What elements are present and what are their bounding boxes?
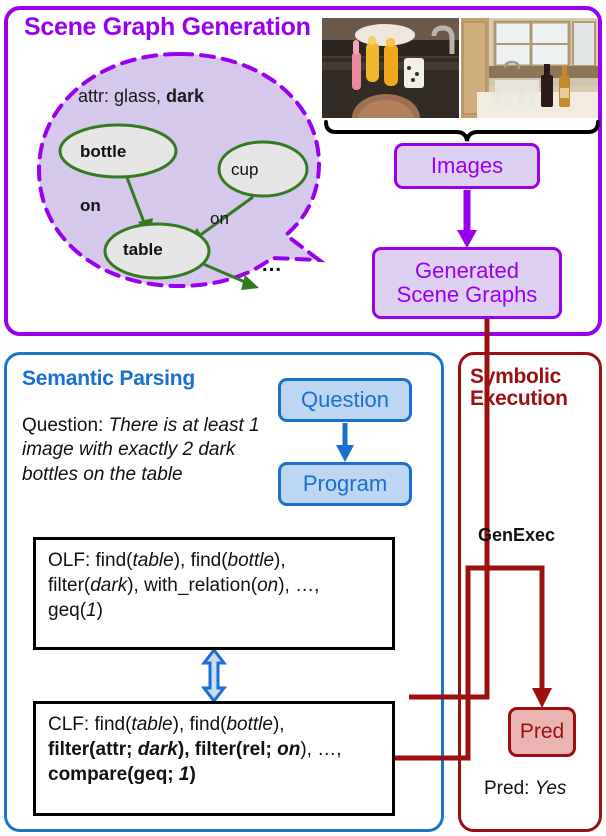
program-box[interactable]: Program	[278, 462, 412, 506]
attr-bold: dark	[166, 86, 205, 106]
olf-l3-arg1: 1	[86, 600, 97, 622]
olf-l2-arg1: dark	[90, 575, 128, 597]
olf-line-2: filter(dark), with_relation(on), …,	[48, 573, 382, 598]
olf-box: OLF: find(table), find(bottle), filter(d…	[33, 537, 395, 650]
olf-line-1: OLF: find(table), find(bottle),	[48, 548, 382, 573]
input-image-thumbnails	[322, 18, 598, 118]
node-label-ellipsis: …	[261, 253, 283, 276]
olf-l2a: filter(	[48, 575, 91, 597]
clf-l1a: find(	[94, 714, 132, 735]
attr-prefix: attr: glass,	[78, 86, 167, 106]
clf-line-1: CLF: find(table), find(bottle),	[48, 712, 382, 737]
clf-l2a: filter(attr;	[48, 739, 138, 761]
clf-l3a: compare(geq;	[48, 764, 179, 786]
clf-l1c: ),	[272, 714, 285, 735]
pred-result-value: Yes	[534, 778, 567, 799]
scene-graph-generation-title: Scene Graph Generation	[24, 13, 311, 41]
gsg-line-1: Generated	[415, 258, 519, 284]
clf-l2-arg2: on	[277, 739, 301, 761]
question-box[interactable]: Question	[278, 378, 412, 422]
node-label-table: table	[123, 240, 163, 259]
clf-l1-arg1: table	[131, 714, 173, 735]
olf-l1-arg2: bottle	[227, 550, 275, 571]
gsg-line-2: Scene Graphs	[396, 282, 538, 307]
olf-l3b: )	[96, 600, 103, 622]
clf-box: CLF: find(table), find(bottle), filter(a…	[33, 701, 395, 816]
clf-l2b: ), filter(rel;	[177, 739, 278, 761]
question-text: Question: There is at least 1 image with…	[22, 414, 274, 487]
panel-symbolic-execution	[458, 352, 602, 832]
genexec-label: GenExec	[478, 525, 556, 545]
clf-line-2: filter(attr; dark), filter(rel; on), …,	[48, 737, 382, 762]
olf-l1b: ), find(	[173, 550, 228, 571]
clf-l2c: ), …,	[300, 739, 342, 761]
olf-l1a: find(	[95, 550, 133, 571]
olf-l3a: geq(	[48, 600, 87, 622]
diagram-root: attr: glass, dark bottle cup table on on…	[0, 0, 606, 836]
clf-l1-arg2: bottle	[226, 714, 273, 735]
generated-scene-graphs-box[interactable]: Generated Scene Graphs	[372, 247, 562, 319]
pred-result-text: Pred: Yes	[484, 778, 566, 800]
question-text-label: Question:	[22, 415, 109, 436]
clf-l3-arg1: 1	[178, 764, 190, 786]
olf-line-3: geq(1)	[48, 598, 382, 623]
photo-bathroom-counter	[322, 18, 459, 118]
olf-l1-arg1: table	[132, 550, 174, 571]
photo-kitchen-bottles	[461, 18, 598, 118]
clf-prefix: CLF:	[48, 714, 95, 735]
clf-l1b: ), find(	[172, 714, 227, 735]
olf-l2b: ), with_relation(	[127, 575, 258, 597]
olf-l2-arg2: on	[257, 575, 279, 597]
olf-prefix: OLF:	[48, 550, 96, 571]
node-label-bottle: bottle	[80, 142, 127, 161]
pred-result-label: Pred:	[484, 778, 535, 799]
clf-line-3: compare(geq; 1)	[48, 762, 382, 787]
pred-box[interactable]: Pred	[508, 707, 576, 757]
edge-label-on-bottle-table: on	[80, 196, 101, 215]
images-box[interactable]: Images	[394, 143, 540, 189]
scene-graph-attr-label: attr: glass, dark	[78, 86, 204, 107]
olf-l1c: ),	[274, 550, 286, 571]
edge-label-on-cup-table: on	[210, 209, 229, 228]
olf-l2c: ), …,	[278, 575, 320, 597]
clf-l3b: )	[189, 764, 196, 786]
node-label-cup: cup	[231, 160, 259, 179]
clf-l2-arg1: dark	[137, 739, 178, 761]
symbolic-execution-title: Symbolic Execution	[470, 365, 568, 411]
semantic-parsing-title: Semantic Parsing	[22, 367, 196, 390]
